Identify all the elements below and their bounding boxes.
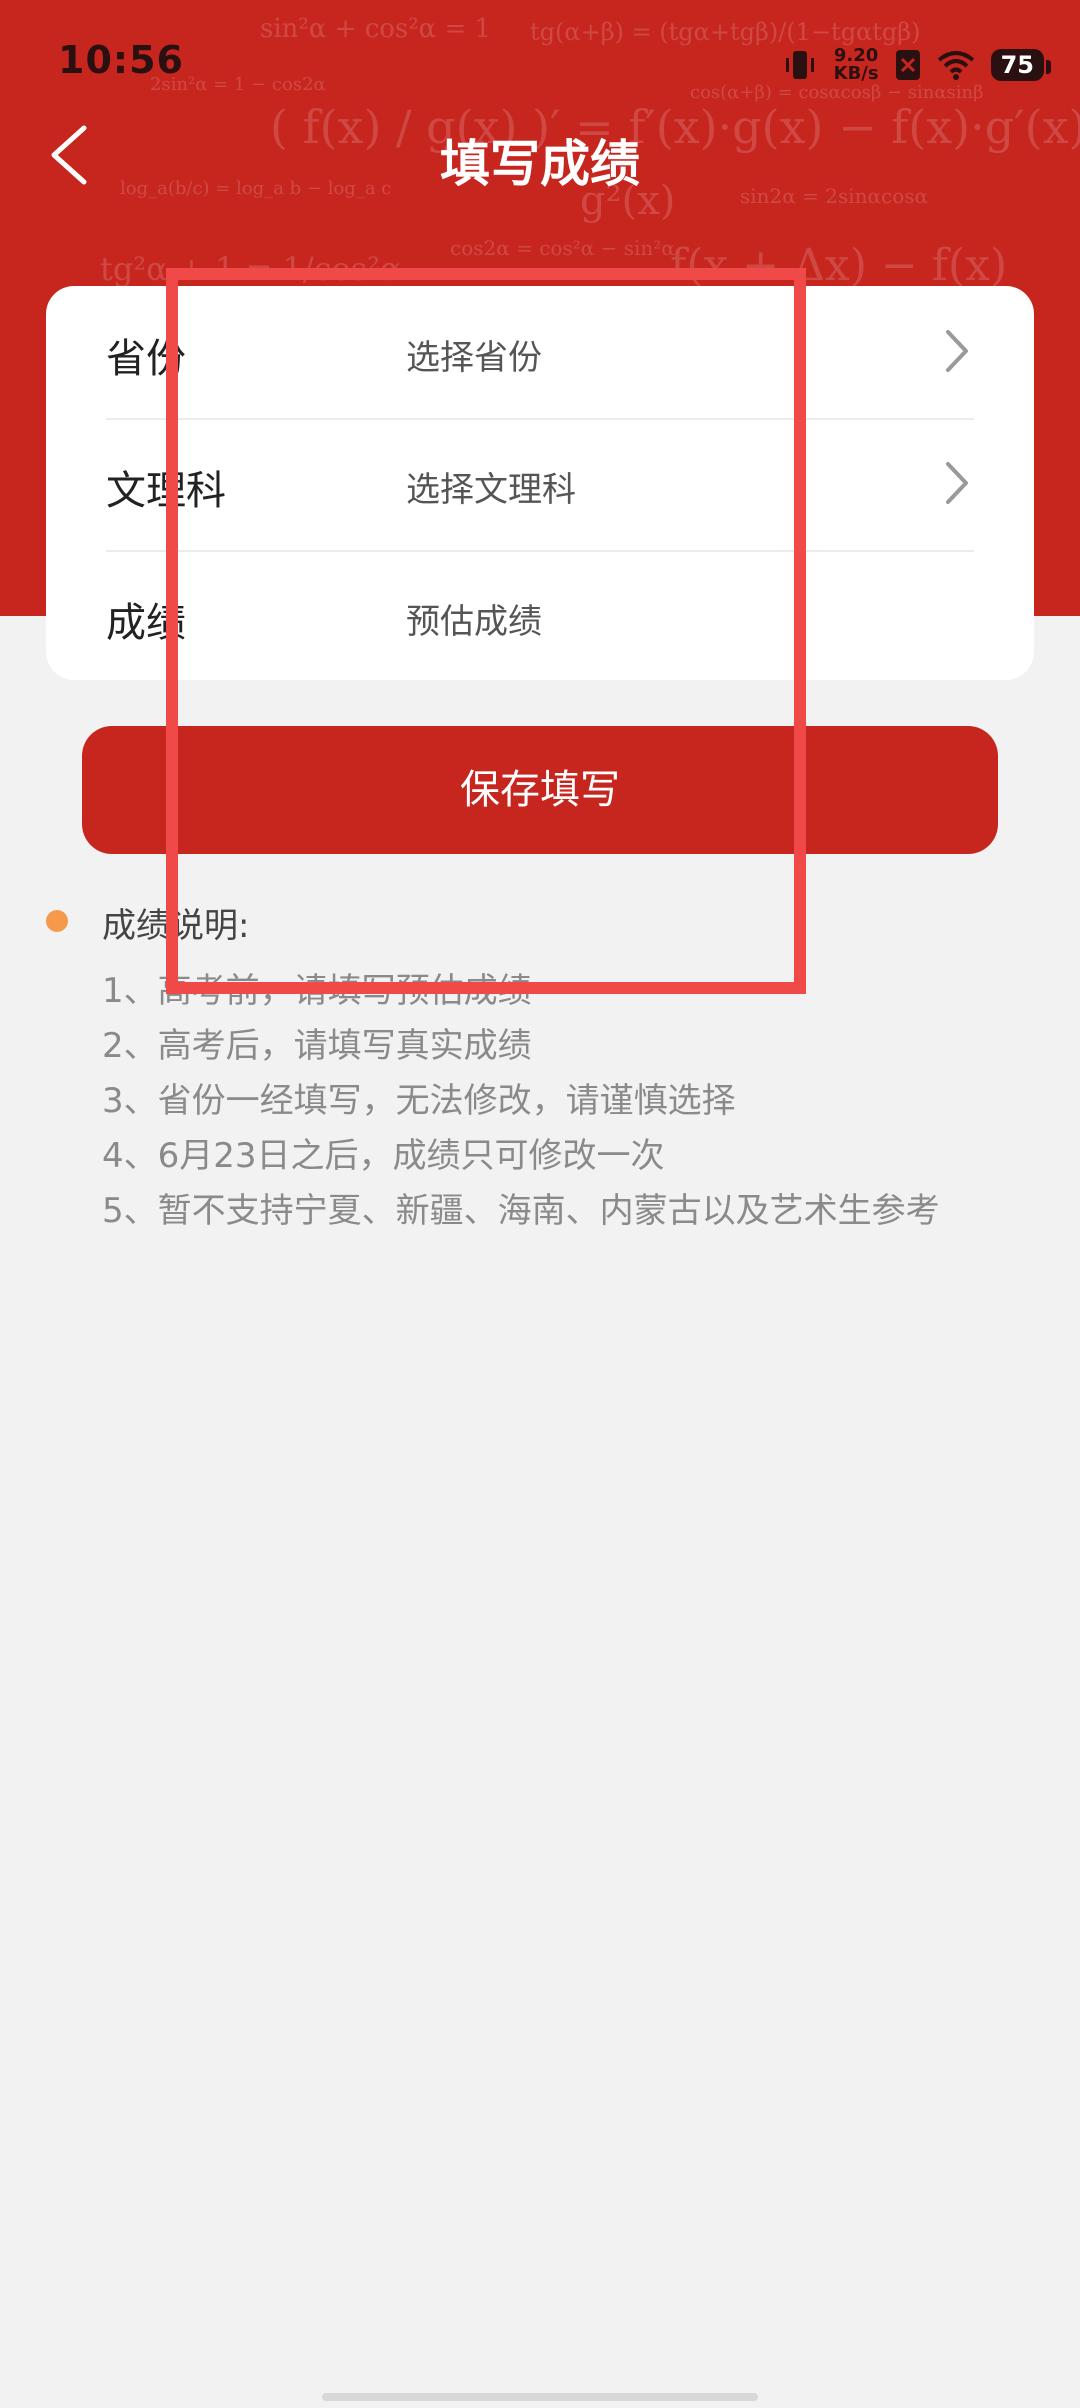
note-item: 5、暂不支持宁夏、新疆、海南、内蒙古以及艺术生参考 <box>102 1191 940 1231</box>
formula-decoration: cos2α = cos²α − sin²α <box>450 236 675 260</box>
note-item: 3、省份一经填写，无法修改，请谨慎选择 <box>102 1081 736 1121</box>
subject-type-value: 选择文理科 <box>406 470 576 510</box>
province-value: 选择省份 <box>406 338 542 378</box>
battery-indicator: 75 <box>990 49 1052 81</box>
nav-bar: 填写成绩 <box>0 110 1080 200</box>
net-speed-unit: KB/s <box>833 63 879 84</box>
vibrate-icon <box>785 51 814 79</box>
bullet-dot-icon <box>46 910 68 932</box>
home-indicator[interactable] <box>322 2393 758 2401</box>
status-time: 10:56 <box>58 38 184 82</box>
formula-decoration: f(x + Δx) − f(x) <box>670 240 1008 291</box>
net-speed: 9.20 KB/s <box>834 47 879 83</box>
formula-decoration: tg²α + 1 = 1/cos²α <box>100 250 402 288</box>
score-row: 成绩 预估成绩 <box>106 550 974 682</box>
province-row[interactable]: 省份 选择省份 <box>106 286 974 420</box>
score-form-card: 省份 选择省份 文理科 选择文理科 成绩 预估成绩 <box>46 286 1034 680</box>
subject-type-label: 文理科 <box>106 468 226 514</box>
chevron-right-icon <box>946 462 968 504</box>
sim-disabled-icon <box>895 50 920 80</box>
note-item: 1、高考前，请填写预估成绩 <box>102 971 532 1011</box>
status-icons: 9.20 KB/s 75 <box>782 44 1052 86</box>
chevron-right-icon <box>946 330 968 372</box>
subject-type-row[interactable]: 文理科 选择文理科 <box>106 418 974 552</box>
note-item: 4、6月23日之后，成绩只可修改一次 <box>102 1136 665 1176</box>
note-item: 2、高考后，请填写真实成绩 <box>102 1026 532 1066</box>
page-title: 填写成绩 <box>440 135 640 193</box>
wifi-icon <box>937 51 974 80</box>
notes-list: 1、高考前，请填写预估成绩 2、高考后，请填写真实成绩 3、省份一经填写，无法修… <box>102 964 1002 1239</box>
notes-title: 成绩说明: <box>102 906 250 946</box>
score-label: 成绩 <box>106 600 186 646</box>
score-input[interactable]: 预估成绩 <box>406 594 542 643</box>
save-button[interactable]: 保存填写 <box>82 726 998 854</box>
province-label: 省份 <box>106 336 186 382</box>
